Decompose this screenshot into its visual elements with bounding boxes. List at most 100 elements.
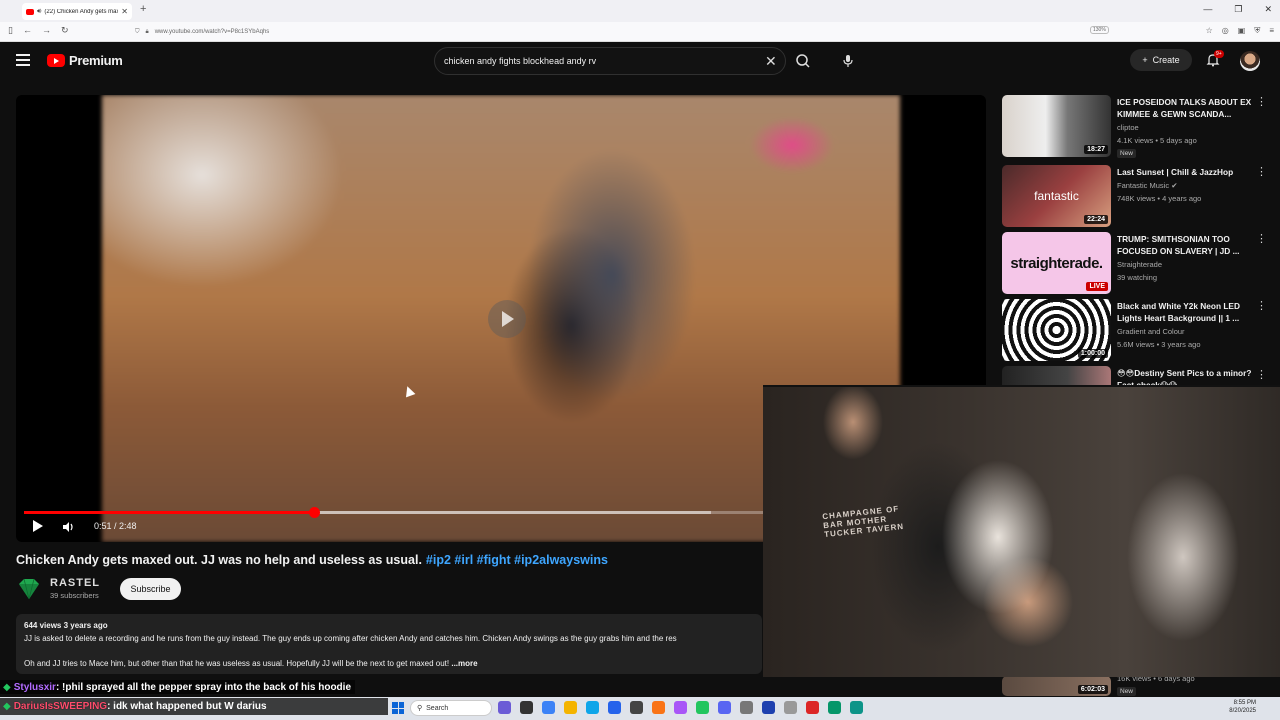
lock-icon[interactable]: 🔒︎ <box>146 29 149 36</box>
recommendation-channel[interactable]: Fantastic Music ✔ <box>1117 181 1178 190</box>
taskbar-apps <box>498 701 863 714</box>
app-green-icon[interactable] <box>828 701 841 714</box>
address-bar[interactable]: ⛉ 🔒︎ www.youtube.com/watch?v=P8c1SYbAqhs… <box>135 26 1115 38</box>
extension-icon[interactable]: ▣ <box>1238 26 1246 36</box>
search-button[interactable] <box>786 47 820 75</box>
recommendation-thumbnail[interactable] <box>1002 366 1111 386</box>
more-options-icon[interactable]: ⋮ <box>1256 97 1267 108</box>
scrubber-handle[interactable] <box>309 507 321 518</box>
recommendation-channel[interactable]: Gradient and Colour <box>1117 327 1185 336</box>
recommendation-thumbnail[interactable]: 1:00:00 <box>1002 299 1111 361</box>
search-box[interactable]: chicken andy fights blockhead andy rv ✕ <box>434 47 786 75</box>
center-play-icon[interactable] <box>488 300 526 338</box>
teams-icon[interactable] <box>608 701 621 714</box>
youtube-logo[interactable]: Premium <box>47 53 123 68</box>
search-icon <box>796 54 810 68</box>
account-avatar[interactable] <box>1240 51 1260 71</box>
diamond-logo-icon <box>19 578 39 600</box>
firefox-icon[interactable] <box>652 701 665 714</box>
more-options-icon[interactable]: ⋮ <box>1256 301 1267 312</box>
discord-icon[interactable] <box>718 701 731 714</box>
copilot-icon[interactable] <box>542 701 555 714</box>
search-input[interactable]: chicken andy fights blockhead andy rv <box>444 56 596 66</box>
calculator-icon[interactable] <box>740 701 753 714</box>
bookmark-star-icon[interactable]: ☆ <box>1206 26 1213 36</box>
sidebar-toggle-icon[interactable]: ▯ <box>8 25 13 36</box>
recommendation-item[interactable]: 6:02:03 16K views • 6 days ago New <box>1002 674 1270 697</box>
reload-icon[interactable]: ↻ <box>61 25 69 36</box>
notepad-icon[interactable] <box>784 701 797 714</box>
search-icon: ⚲ <box>417 705 423 712</box>
tab-close-icon[interactable]: ✕ <box>121 7 128 16</box>
video-hashtags[interactable]: #ip2 #irl #fight #ip2alwayswins <box>426 553 608 567</box>
youtube-header: Premium chicken andy fights blockhead an… <box>0 42 1280 80</box>
video-duration: 18:27 <box>1084 145 1108 154</box>
speaker-icon[interactable]: 🔊︎ <box>37 8 41 16</box>
terminal-icon[interactable] <box>630 701 643 714</box>
channel-name[interactable]: RASTEL <box>50 577 100 589</box>
windows-start-icon[interactable] <box>392 702 404 714</box>
new-tab-icon[interactable]: + <box>140 3 146 15</box>
spotify-icon[interactable] <box>696 701 709 714</box>
more-options-icon[interactable]: ⋮ <box>1256 234 1267 245</box>
recommendation-item[interactable]: straighterade. LIVE TRUMP: SMITHSONIAN T… <box>1002 232 1270 294</box>
recommendation-title[interactable]: Last Sunset | Chill & JazzHop <box>1117 166 1253 178</box>
opera-icon[interactable] <box>674 701 687 714</box>
recommendation-item[interactable]: 1:00:00 Black and White Y2k Neon LED Lig… <box>1002 299 1270 361</box>
recommendation-channel[interactable]: cliptoe <box>1117 123 1139 132</box>
taskbar-search[interactable]: ⚲ Search <box>410 700 492 716</box>
volume-icon[interactable] <box>62 520 76 532</box>
app-teal-icon[interactable] <box>850 701 863 714</box>
new-badge: New <box>1117 687 1137 696</box>
more-options-icon[interactable]: ⋮ <box>1256 167 1267 178</box>
premium-wordmark: Premium <box>69 53 123 68</box>
maximize-icon[interactable]: ❐ <box>1234 4 1242 15</box>
chat-text: : !phil sprayed all the pepper spray int… <box>55 681 352 693</box>
recommendation-thumbnail[interactable]: 18:27 <box>1002 95 1111 157</box>
task-view-icon[interactable] <box>520 701 533 714</box>
edge-icon[interactable] <box>586 701 599 714</box>
channel-avatar[interactable] <box>16 578 42 600</box>
recommendation-item[interactable]: fantastic 22:24 Last Sunset | Chill & Ja… <box>1002 165 1270 227</box>
play-icon[interactable] <box>32 520 44 532</box>
create-button[interactable]: + Create <box>1130 49 1192 71</box>
recommendation-channel[interactable]: Straighterade <box>1117 260 1162 269</box>
recommendation-thumbnail[interactable]: straighterade. LIVE <box>1002 232 1111 294</box>
app-red-icon[interactable] <box>806 701 819 714</box>
browser-tab[interactable]: 🔊︎ (22) Chicken Andy gets max ✕ <box>22 3 132 20</box>
chat-text: : idk what happened but W darius <box>107 701 267 712</box>
more-link[interactable]: ...more <box>451 659 477 668</box>
obs-icon[interactable] <box>762 701 775 714</box>
clear-search-icon[interactable]: ✕ <box>765 53 777 70</box>
recommendation-title[interactable]: Black and White Y2k Neon LED Lights Hear… <box>1117 300 1253 324</box>
description-box[interactable]: 644 views 3 years ago JJ is asked to del… <box>16 614 762 674</box>
file-explorer-icon[interactable] <box>564 701 577 714</box>
account-icon[interactable]: ◎ <box>1222 26 1229 36</box>
hamburger-menu-icon[interactable] <box>16 54 30 66</box>
menu-icon[interactable]: ≡ <box>1269 26 1274 36</box>
recommendation-item[interactable]: 😳😳Destiny Sent Pics to a minor? Fact che… <box>1002 366 1270 386</box>
played-bar <box>24 511 315 514</box>
subscribe-button[interactable]: Subscribe <box>120 578 181 600</box>
app-icon[interactable] <box>498 701 511 714</box>
recommendation-thumbnail[interactable]: fantastic 22:24 <box>1002 165 1111 227</box>
recommendation-title[interactable]: ICE POSEIDON TALKS ABOUT EX KIMMEE & GEW… <box>1117 96 1253 120</box>
time-display: 0:51 / 2:48 <box>94 521 137 531</box>
zoom-indicator[interactable]: 130% <box>1090 26 1109 34</box>
url-text: www.youtube.com/watch?v=P8c1SYbAqhs <box>154 29 270 35</box>
forward-icon[interactable]: → <box>42 25 51 36</box>
minimize-icon[interactable]: — <box>1203 4 1212 15</box>
shield-extension-icon[interactable]: ⛨ <box>1254 26 1260 36</box>
recommendation-title[interactable]: 😳😳Destiny Sent Pics to a minor? Fact che… <box>1117 367 1253 386</box>
clock-date: 8/20/2025 <box>1229 708 1256 714</box>
recommendation-item[interactable]: 18:27 ICE POSEIDON TALKS ABOUT EX KIMMEE… <box>1002 95 1270 158</box>
recommendation-thumbnail[interactable]: 6:02:03 <box>1002 676 1111 696</box>
voice-search-button[interactable] <box>836 48 860 74</box>
back-icon[interactable]: ← <box>23 25 32 36</box>
shield-icon[interactable]: ⛉ <box>135 29 140 36</box>
more-options-icon[interactable]: ⋮ <box>1256 370 1267 381</box>
shirt-print: CHAMPAGNE OF BAR MOTHER TUCKER TAVERN <box>821 504 905 540</box>
window-close-icon[interactable]: ✕ <box>1264 4 1272 15</box>
taskbar-clock[interactable]: 8:55 PM 8/20/2025 <box>1229 699 1256 715</box>
recommendation-title[interactable]: TRUMP: SMITHSONIAN TOO FOCUSED ON SLAVER… <box>1117 233 1253 257</box>
